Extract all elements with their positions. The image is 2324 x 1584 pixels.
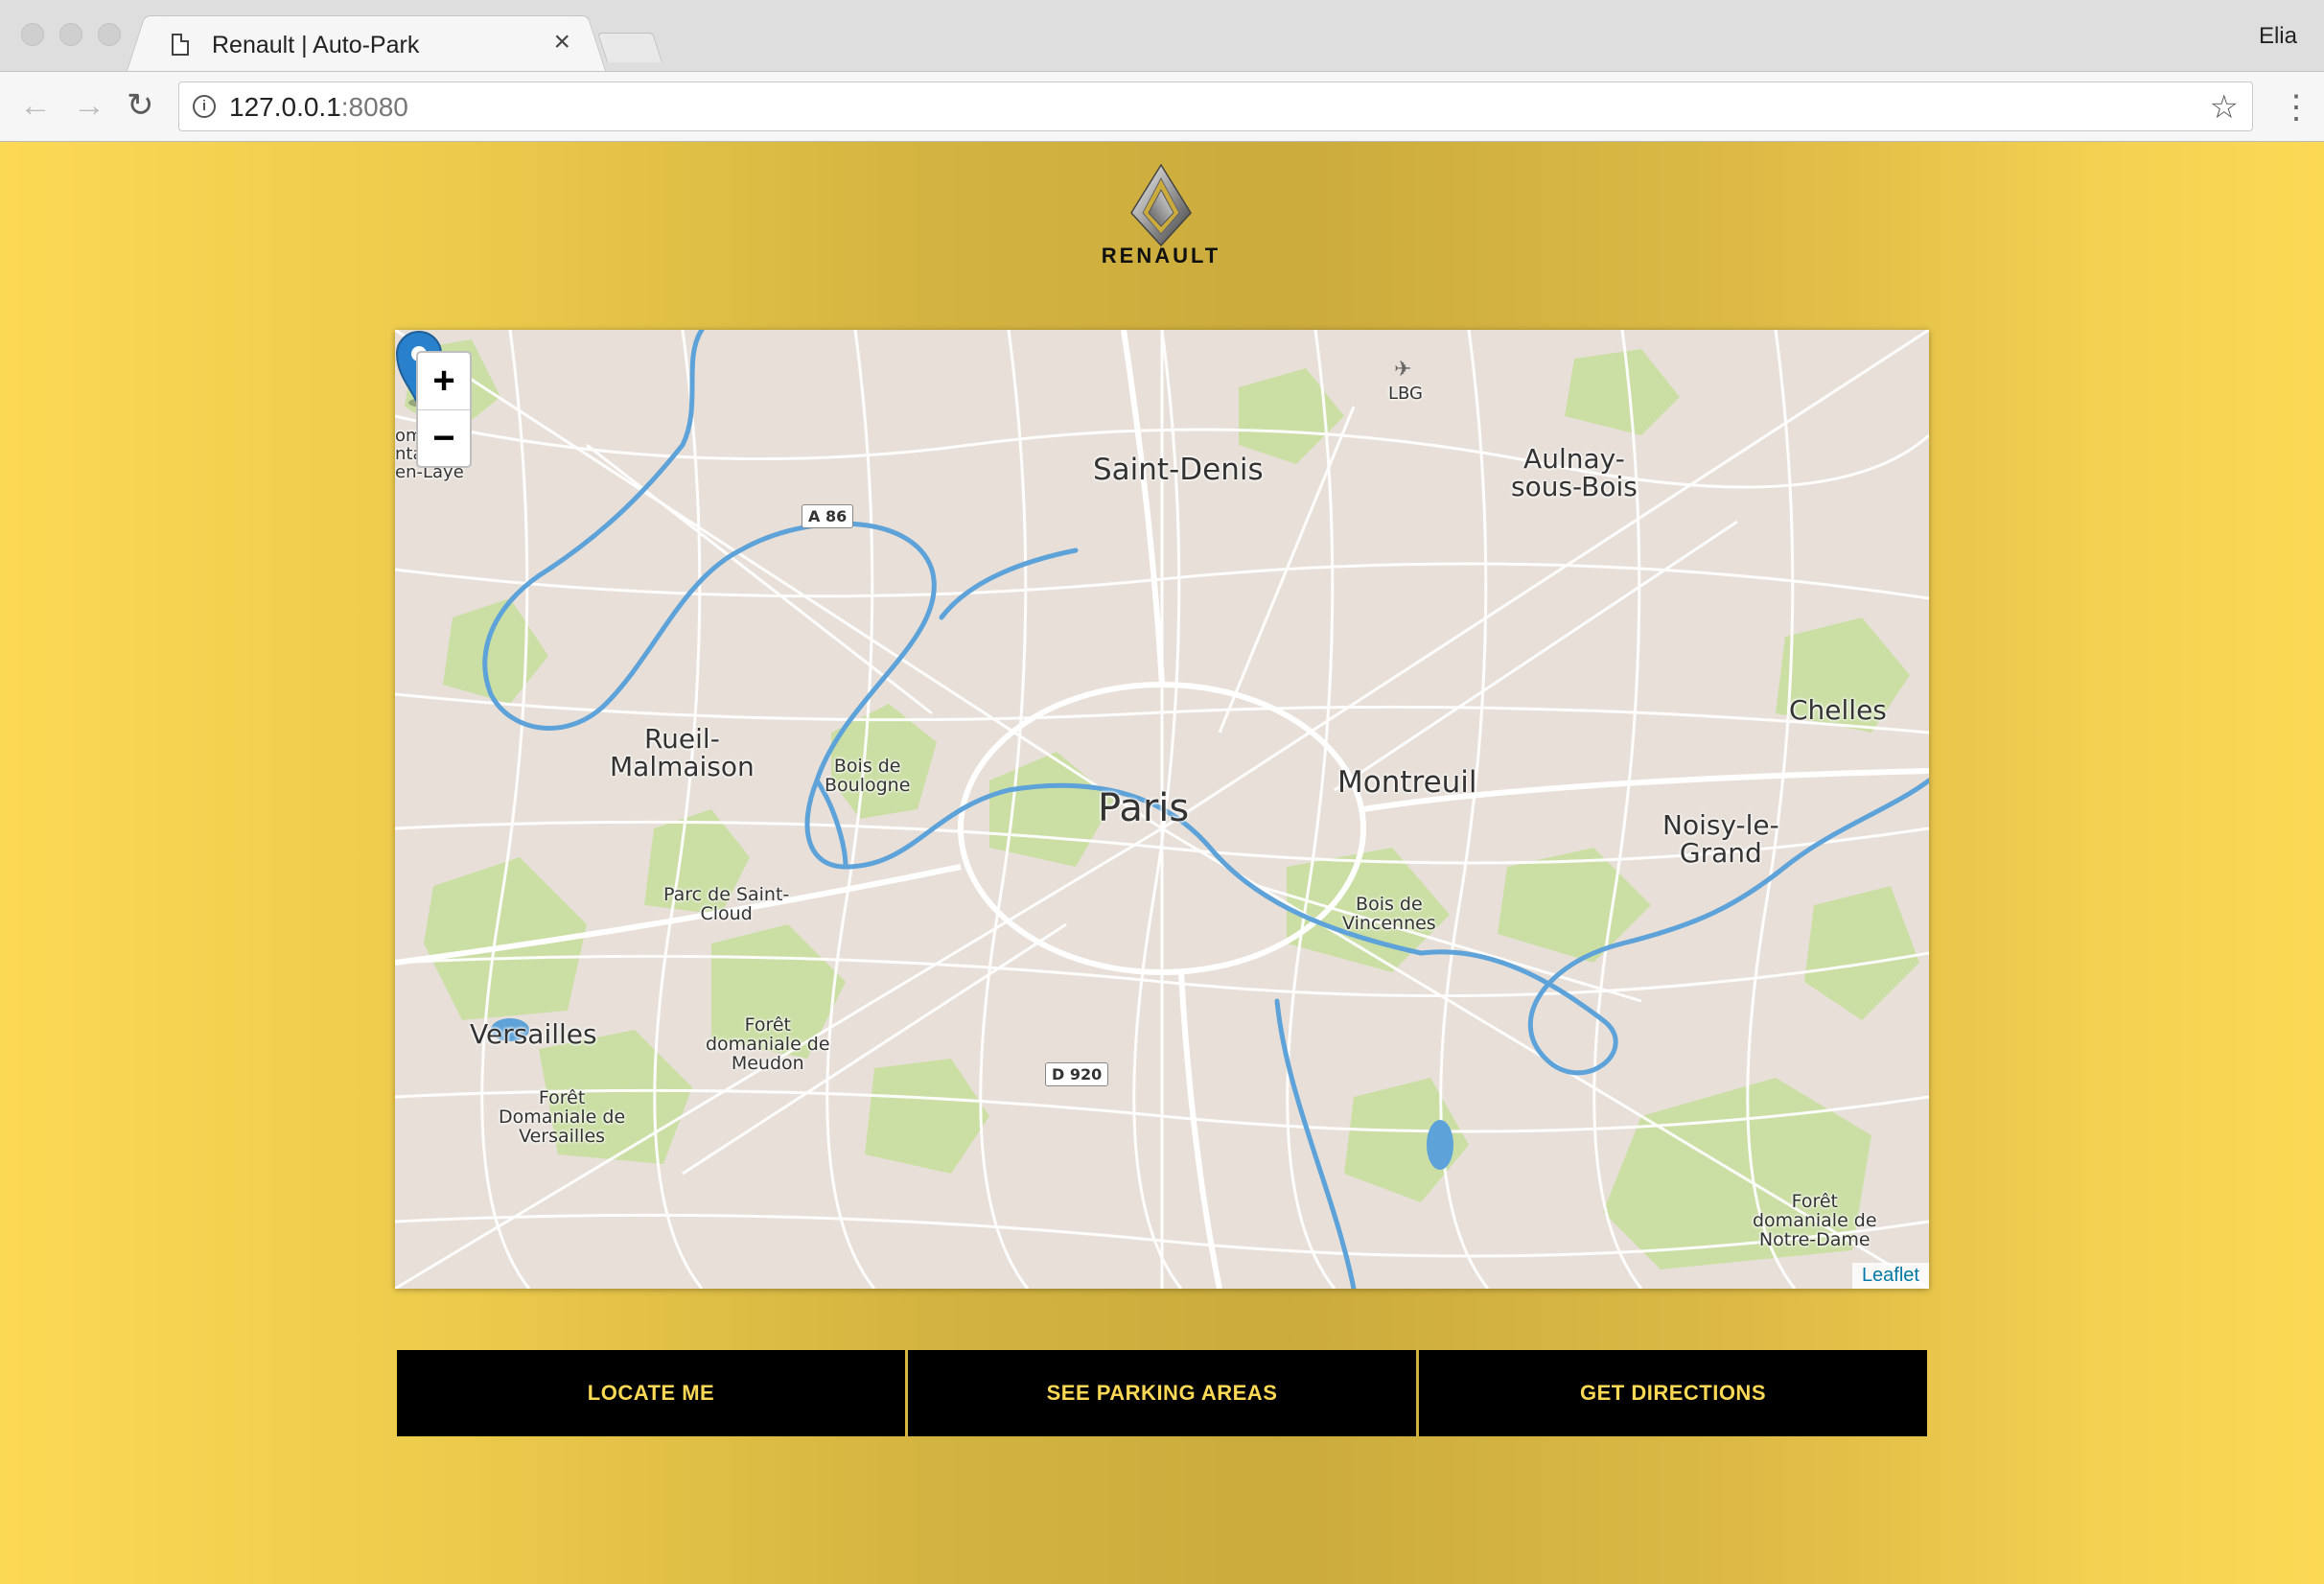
map-label-bois-boulogne: Bois de Boulogne: [825, 757, 910, 796]
zoom-out-button[interactable]: −: [418, 410, 470, 467]
info-icon[interactable]: i: [193, 95, 216, 118]
map-label-line: Bois de: [833, 756, 901, 777]
map-label-bois-vincennes: Bois de Vincennes: [1342, 894, 1436, 934]
url-host: 127.0.0.1: [229, 92, 341, 122]
brand-wordmark: RENAULT: [1101, 244, 1221, 268]
map-label-line: Bois de: [1356, 894, 1423, 915]
map-attribution-link[interactable]: Leaflet: [1851, 1263, 1929, 1289]
browser-toolbar: ← → ↻ i 127.0.0.1:8080 ☆ ⋮: [0, 71, 2324, 142]
url-port: :8080: [340, 92, 408, 122]
map-label-line: Grand: [1679, 837, 1762, 870]
see-parking-areas-button[interactable]: SEE PARKING AREAS: [908, 1350, 1416, 1436]
map-label-line: Forêt: [744, 1014, 791, 1036]
map-label-line: domaniale de: [706, 1033, 830, 1055]
browser-tab[interactable]: Renault | Auto-Park ×: [144, 15, 589, 72]
road-shield-d920: D 920: [1045, 1062, 1109, 1086]
map-label-line: domaniale de: [1753, 1209, 1877, 1231]
map-label-line: Domaniale de: [499, 1106, 626, 1128]
map-label-line: Boulogne: [825, 774, 911, 796]
address-bar[interactable]: i 127.0.0.1:8080 ☆: [178, 82, 2253, 131]
browser-tab-bar: Renault | Auto-Park × Elia: [0, 0, 2324, 72]
map-container[interactable]: + − om de ntain- en-Laye Saint-Denis Aul…: [395, 330, 1929, 1289]
tab-close-icon[interactable]: ×: [553, 28, 570, 57]
forward-icon[interactable]: →: [73, 89, 105, 122]
bookmark-star-icon[interactable]: ☆: [2210, 88, 2239, 127]
road-shield-a86: A 86: [802, 504, 854, 528]
back-icon[interactable]: ←: [19, 89, 52, 122]
map-label-line: Meudon: [731, 1052, 804, 1074]
map-label-chelles: Chelles: [1789, 694, 1887, 726]
map-label-noisy: Noisy-le- Grand: [1662, 811, 1779, 868]
get-directions-button[interactable]: GET DIRECTIONS: [1419, 1350, 1927, 1436]
map-label-aulnay: Aulnay- sous-Bois: [1511, 445, 1638, 501]
locate-me-button[interactable]: LOCATE ME: [397, 1350, 905, 1436]
window-close-dot[interactable]: [21, 23, 44, 46]
profile-name[interactable]: Elia: [2259, 23, 2297, 50]
map-label-lbg: LBG: [1388, 384, 1424, 404]
map-label-parc-saint-cloud: Parc de Saint- Cloud: [663, 884, 790, 924]
airport-icon: ✈: [1394, 357, 1412, 381]
map-label-line: Rueil-: [643, 723, 720, 755]
reload-icon[interactable]: ↻: [127, 89, 154, 122]
page-content: RENAULT + − om en-Laye Saint-Denis Aulna…: [0, 142, 2324, 1584]
url-text[interactable]: 127.0.0.1:8080: [229, 92, 408, 123]
map-label-saint-denis: Saint-Denis: [1093, 453, 1264, 487]
map-label-foret-meudon: Forêt domaniale de Meudon: [706, 1014, 830, 1074]
tab-title: Renault | Auto-Park: [212, 32, 420, 58]
map-label-line: Forêt: [1791, 1191, 1838, 1212]
map-label-line: Versailles: [519, 1125, 606, 1147]
map-label-line: Cloud: [700, 902, 753, 924]
zoom-in-button[interactable]: +: [418, 353, 470, 410]
map-label-line: Malmaison: [610, 751, 755, 783]
map-label-foret-versailles: Forêt Domaniale de Versailles: [499, 1087, 626, 1147]
new-tab-button[interactable]: [596, 33, 663, 62]
map-label-montreuil: Montreuil: [1337, 765, 1477, 800]
map-label-line: sous-Bois: [1511, 471, 1638, 503]
window-minimize-dot[interactable]: [59, 23, 82, 46]
map-label-line: Notre-Dame: [1758, 1228, 1871, 1250]
map-label-line: Vincennes: [1342, 912, 1436, 934]
map-label-versailles: Versailles: [470, 1018, 597, 1050]
zoom-control: + −: [416, 351, 472, 468]
window-zoom-dot[interactable]: [98, 23, 121, 46]
map-label-line: Noisy-le-: [1662, 809, 1779, 841]
action-buttons: LOCATE ME SEE PARKING AREAS GET DIRECTIO…: [395, 1350, 1929, 1436]
map-label-rueil: Rueil- Malmaison: [610, 725, 755, 781]
document-icon: [172, 34, 189, 56]
map-label-line: Aulnay-: [1523, 443, 1625, 475]
browser-menu-icon[interactable]: ⋮: [2280, 91, 2312, 124]
map-label-line: Forêt: [538, 1087, 586, 1108]
map-label-paris: Paris: [1098, 786, 1190, 830]
map-label-line: Parc de Saint-: [663, 884, 790, 905]
map-label-foret-notre-dame: Forêt domaniale de Notre-Dame: [1753, 1191, 1877, 1250]
